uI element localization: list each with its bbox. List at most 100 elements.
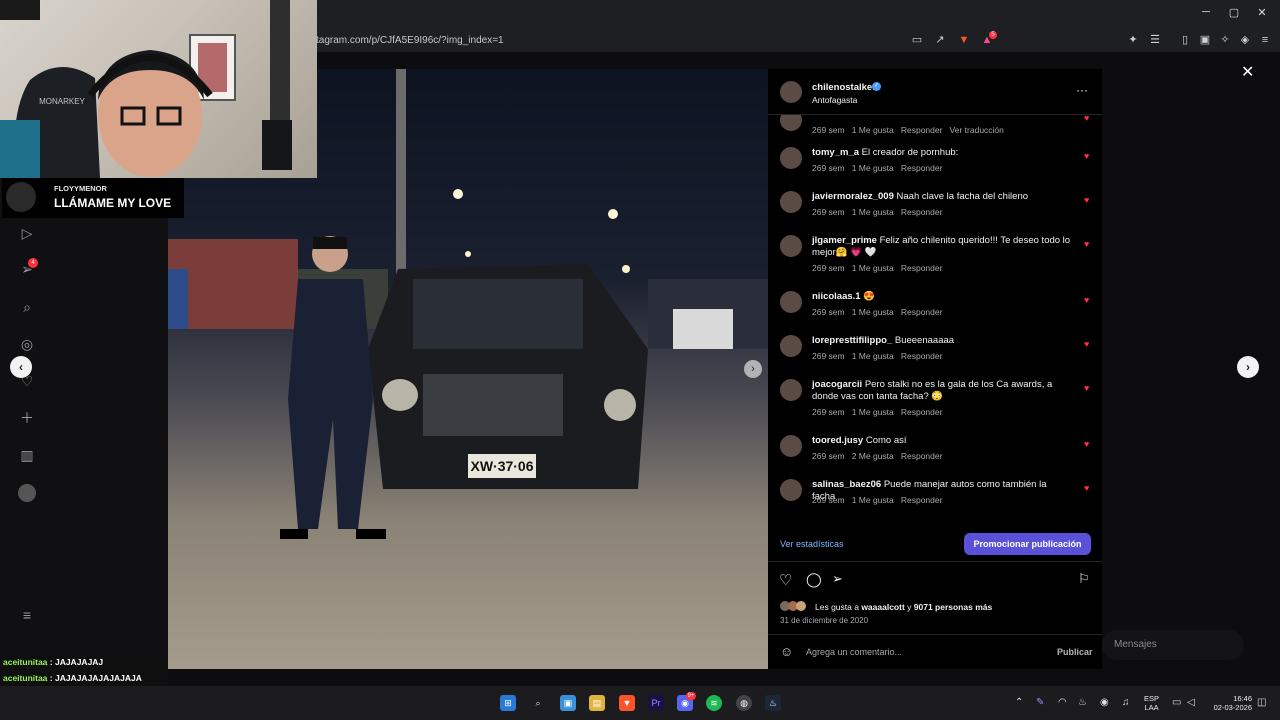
comment-username[interactable]: jlgamer_prime: [812, 235, 877, 246]
comment-username[interactable]: niicolaas.1: [812, 291, 861, 302]
comment-username[interactable]: toored.jusy: [812, 435, 863, 446]
search-taskbar-icon[interactable]: ⌕: [530, 695, 546, 711]
steam-tray-icon[interactable]: ♨: [1078, 697, 1087, 708]
commenter-avatar[interactable]: [780, 147, 802, 169]
comment-username[interactable]: lorepresttifilippo_: [812, 335, 892, 346]
cast-icon[interactable]: ▭: [910, 33, 924, 47]
network-icon[interactable]: ▭: [1172, 697, 1181, 708]
comment-reply[interactable]: Responder: [901, 451, 943, 461]
view-stats-link[interactable]: Ver estadísticas: [780, 539, 844, 549]
comment-like-icon[interactable]: ♥: [1084, 483, 1089, 493]
obs-icon[interactable]: ◍: [736, 695, 752, 711]
publish-button[interactable]: Publicar: [1057, 647, 1093, 657]
next-post-button[interactable]: ›: [1237, 356, 1259, 378]
headset-icon[interactable]: ◠: [1058, 697, 1067, 708]
dashboard-icon[interactable]: ▥: [18, 446, 36, 464]
commenter-avatar[interactable]: [780, 479, 802, 501]
comment-like-icon[interactable]: ♥: [1084, 195, 1089, 205]
comment-likes[interactable]: 1 Me gusta: [852, 351, 894, 361]
commenter-avatar[interactable]: [780, 379, 802, 401]
likes-count[interactable]: 9071 personas más: [914, 602, 992, 612]
comment-like-icon[interactable]: ♥: [1084, 151, 1089, 161]
commenter-avatar[interactable]: [780, 435, 802, 457]
comment-likes[interactable]: 1 Me gusta: [852, 495, 894, 505]
like-icon[interactable]: ♡: [779, 571, 792, 589]
commenter-avatar[interactable]: [780, 115, 802, 131]
comment-reply[interactable]: Responder: [901, 207, 943, 217]
leo-ai-icon[interactable]: ✧: [1218, 33, 1232, 47]
photos-icon[interactable]: ▣: [560, 695, 576, 711]
more-options-icon[interactable]: ···: [1076, 83, 1088, 97]
bookmark-icon[interactable]: ⚐: [1078, 571, 1090, 587]
url-text[interactable]: tagram.com/p/CJfA5E9I96c/?img_index=1: [316, 35, 504, 46]
emoji-icon[interactable]: ☺: [780, 644, 793, 659]
comment-username[interactable]: joacogarcii: [812, 379, 862, 390]
extensions-icon[interactable]: ✦: [1126, 33, 1140, 47]
close-window-icon[interactable]: ✕: [1252, 6, 1272, 19]
reading-list-icon[interactable]: ☰: [1148, 33, 1162, 47]
file-explorer-icon[interactable]: ▤: [589, 695, 605, 711]
volume-icon[interactable]: ◁: [1187, 697, 1195, 708]
comment-reply[interactable]: Responder: [901, 495, 943, 505]
comment-reply[interactable]: Responder: [901, 125, 943, 135]
comment-likes[interactable]: 1 Me gusta: [852, 163, 894, 173]
comment-like-icon[interactable]: ♥: [1084, 339, 1089, 349]
search-icon[interactable]: ⌕: [18, 298, 36, 316]
notifications-icon[interactable]: ◫: [1257, 697, 1266, 708]
language-indicator[interactable]: ESP LAA: [1144, 694, 1159, 712]
comment-like-icon[interactable]: ♥: [1084, 239, 1089, 249]
create-icon[interactable]: ＋: [18, 409, 36, 427]
explore-icon[interactable]: ◎: [18, 335, 36, 353]
comment-likes[interactable]: 1 Me gusta: [852, 407, 894, 417]
vpn-icon[interactable]: ◈: [1238, 33, 1252, 47]
comment-likes[interactable]: 1 Me gusta: [852, 307, 894, 317]
comment-reply[interactable]: Responder: [901, 263, 943, 273]
post-location[interactable]: Antofagasta: [812, 95, 857, 105]
brave-shield-icon[interactable]: ▼: [957, 33, 971, 47]
comment-username[interactable]: salinas_baez06: [812, 479, 881, 490]
commenter-avatar[interactable]: [780, 191, 802, 213]
comment-likes[interactable]: 2 Me gusta: [852, 451, 894, 461]
comment-reply[interactable]: Responder: [901, 351, 943, 361]
maximize-icon[interactable]: ▢: [1224, 6, 1244, 19]
steam-icon[interactable]: ♨: [765, 695, 781, 711]
comment-like-icon[interactable]: ♥: [1084, 295, 1089, 305]
likes-summary[interactable]: Les gusta a waaaalcott y 9071 personas m…: [815, 602, 992, 612]
mic-icon[interactable]: ♫: [1122, 697, 1130, 708]
commenter-avatar[interactable]: [780, 291, 802, 313]
sidebar-icon[interactable]: ▯: [1178, 33, 1192, 47]
translate-link[interactable]: Ver traducción: [950, 125, 1004, 135]
tray-app-icon[interactable]: ✎: [1036, 697, 1044, 708]
comment-username[interactable]: tomy_m_a: [812, 147, 859, 158]
comment-reply[interactable]: Responder: [901, 307, 943, 317]
reels-icon[interactable]: ▷: [18, 224, 36, 242]
comment-like-icon[interactable]: ♥: [1084, 439, 1089, 449]
minimize-icon[interactable]: ─: [1196, 6, 1216, 18]
commenter-avatar[interactable]: [780, 335, 802, 357]
share-icon[interactable]: ↗: [933, 33, 947, 47]
comment-reply[interactable]: Responder: [901, 407, 943, 417]
likes-user[interactable]: waaaalcott: [861, 602, 904, 612]
start-icon[interactable]: ⊞: [500, 695, 516, 711]
comment-likes[interactable]: 1 Me gusta: [852, 263, 894, 273]
wallet-icon[interactable]: ▣: [1198, 33, 1212, 47]
profile-avatar[interactable]: [18, 484, 36, 502]
share-post-icon[interactable]: ➢: [832, 571, 843, 587]
next-image-button[interactable]: ›: [744, 360, 762, 378]
comment-like-icon[interactable]: ♥: [1084, 115, 1089, 123]
comment-reply[interactable]: Responder: [901, 163, 943, 173]
close-modal-icon[interactable]: ✕: [1241, 62, 1254, 82]
prev-post-button[interactable]: ‹: [10, 356, 32, 378]
comment-icon[interactable]: ◯: [806, 571, 822, 588]
author-avatar[interactable]: [780, 81, 802, 103]
comment-input[interactable]: Agrega un comentario...: [806, 647, 902, 657]
premiere-icon[interactable]: Pr: [648, 695, 664, 711]
messages-pill[interactable]: Mensajes: [1102, 630, 1244, 660]
brave-browser-icon[interactable]: ▼: [619, 695, 635, 711]
menu-icon[interactable]: ≡: [1258, 33, 1272, 47]
promote-button[interactable]: Promocionar publicación: [964, 533, 1091, 555]
comment-likes[interactable]: 1 Me gusta: [852, 207, 894, 217]
comment-like-icon[interactable]: ♥: [1084, 383, 1089, 393]
comment-likes[interactable]: 1 Me gusta: [852, 125, 894, 135]
more-icon[interactable]: ≡: [18, 606, 36, 624]
